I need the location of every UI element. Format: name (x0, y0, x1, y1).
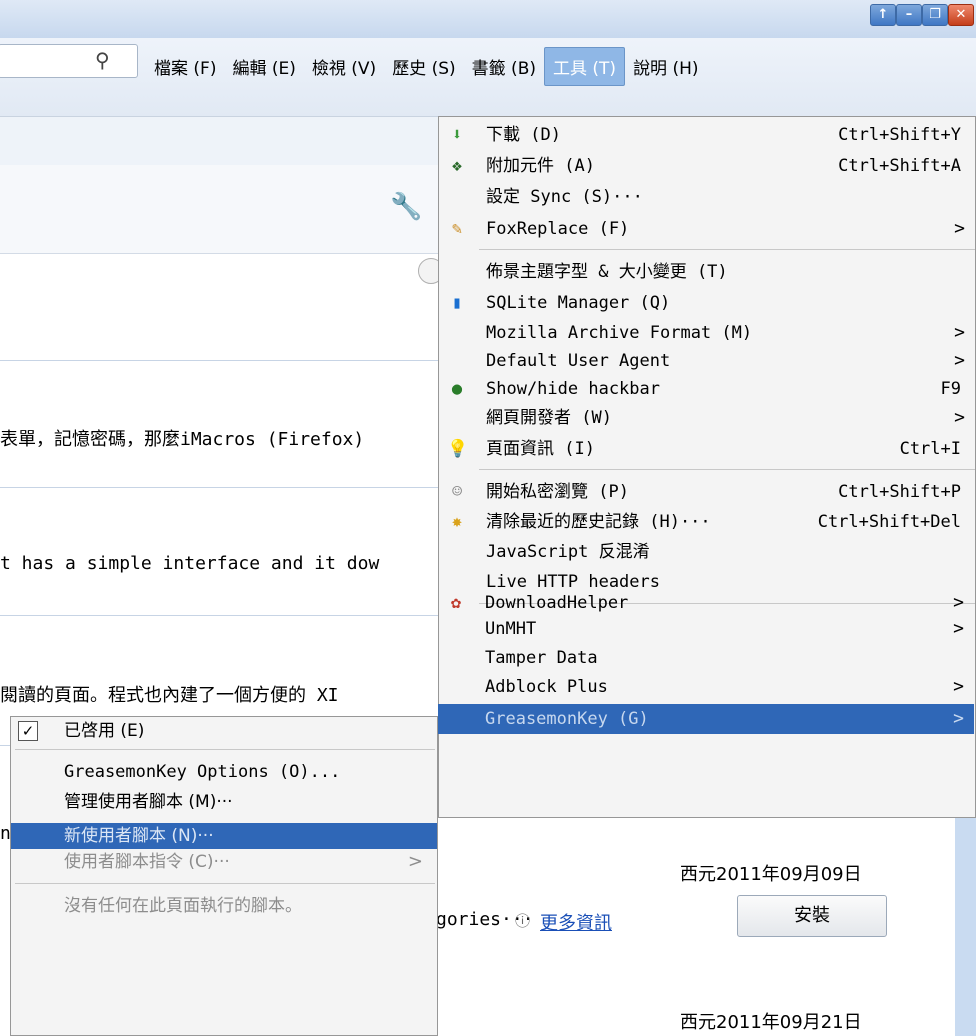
menu-item-addons[interactable]: ❖ 附加元件 (A) Ctrl+Shift+A (439, 153, 975, 179)
search-icon[interactable]: ⚲ (95, 48, 110, 72)
submenu-arrow-icon: > (954, 322, 965, 343)
menu-separator (15, 749, 435, 750)
scroll-up-button[interactable]: ↑ (870, 4, 896, 26)
private-icon: ☺ (451, 482, 463, 502)
menu-item-adblock-plus[interactable]: Adblock Plus > (438, 674, 974, 700)
menu-separator (479, 249, 975, 250)
gm-options[interactable]: GreasemonKey Options (O)... (11, 759, 437, 785)
wrench-icon[interactable]: 🔧 (390, 192, 422, 222)
gm-enabled-toggle[interactable]: ✓ 已啓用 (E) (11, 718, 437, 744)
foxreplace-icon: ✎ (451, 219, 463, 239)
addon-description: t has a simple interface and it dow (0, 553, 380, 574)
menu-item-private-browsing[interactable]: ☺ 開始私密瀏覽 (P) Ctrl+Shift+P (439, 479, 975, 505)
downloadhelper-icon: ✿ (450, 593, 462, 613)
menu-separator (479, 469, 975, 470)
menu-item-web-developer[interactable]: 網頁開發者 (W) > (439, 405, 975, 431)
menu-item-downloadhelper[interactable]: ✿ DownloadHelper > (438, 590, 974, 616)
menu-history[interactable]: 歷史 (S) (384, 48, 463, 85)
menu-item-hackbar[interactable]: ● Show/hide hackbar F9 (439, 376, 975, 402)
gm-script-commands: 使用者腳本指令 (C)··· > (11, 849, 437, 875)
submenu-arrow-icon: > (954, 407, 965, 428)
menu-item-page-info[interactable]: 💡 頁面資訊 (I) Ctrl+I (439, 436, 975, 462)
menu-edit[interactable]: 編輯 (E) (224, 48, 303, 85)
menu-tools[interactable]: 工具 (T) (544, 46, 626, 86)
search-input[interactable]: ⚲ (0, 44, 138, 78)
hackbar-icon: ● (451, 379, 463, 399)
menu-item-greasemonkey[interactable]: GreasemonKey (G) > (438, 704, 974, 734)
menu-item-theme-font-size[interactable]: 佈景主題字型 & 大小變更 (T) (439, 259, 975, 285)
maximize-button[interactable]: ❐ (922, 4, 948, 26)
menu-item-downloads[interactable]: ⬇ 下載 (D) Ctrl+Shift+Y (439, 122, 975, 148)
checkbox-checked-icon[interactable]: ✓ (18, 721, 38, 741)
divider (0, 487, 440, 488)
menu-bookmarks[interactable]: 書籤 (B) (464, 48, 544, 85)
title-bar: ↑ – ❐ ✕ (0, 0, 976, 39)
gm-manage-scripts[interactable]: 管理使用者腳本 (M)··· (11, 789, 437, 815)
sqlite-icon: ▮ (451, 293, 463, 313)
submenu-arrow-icon: > (953, 592, 964, 613)
menu-item-mozilla-archive[interactable]: Mozilla Archive Format (M) > (439, 320, 975, 346)
divider (0, 615, 440, 616)
menu-item-default-user-agent[interactable]: Default User Agent > (439, 348, 975, 374)
gm-no-scripts-message: 沒有任何在此頁面執行的腳本。 (64, 896, 302, 916)
menu-item-foxreplace[interactable]: ✎ FoxReplace (F) > (439, 216, 975, 242)
submenu-arrow-icon: > (954, 218, 965, 239)
submenu-arrow-icon: > (953, 708, 964, 729)
submenu-arrow-icon: > (953, 618, 964, 639)
install-button[interactable]: 安裝 (737, 895, 887, 937)
minimize-button[interactable]: – (896, 4, 922, 26)
addon-date: 西元2011年09月09日 (680, 864, 862, 885)
addon-description: 表單，記憶密碼，那麼iMacros (Firefox) (0, 429, 365, 450)
menu-view[interactable]: 檢視 (V) (304, 48, 384, 85)
addon-description-fragment: n (0, 823, 10, 844)
menu-item-clear-history[interactable]: ✸ 清除最近的歷史記錄 (H)··· Ctrl+Shift+Del (439, 509, 975, 535)
pageinfo-icon: 💡 (447, 439, 469, 459)
menu-item-tamper-data[interactable]: Tamper Data (438, 645, 974, 671)
addon-icon: ❖ (451, 156, 463, 176)
menu-item-sync[interactable]: 設定 Sync (S)··· (439, 184, 975, 210)
submenu-arrow-icon: > (954, 350, 965, 371)
download-icon: ⬇ (451, 125, 463, 145)
page-scroll-area (955, 818, 976, 1036)
gm-new-script[interactable]: 新使用者腳本 (N)··· (11, 823, 437, 849)
menu-help[interactable]: 說明 (H) (625, 48, 706, 85)
menu-bar: 檔案 (F) 編輯 (E) 檢視 (V) 歷史 (S) 書籤 (B) 工具 (T… (146, 46, 707, 86)
menu-separator (15, 883, 435, 884)
addon-description: 閱讀的頁面。程式也內建了一個方便的 XI (0, 685, 339, 706)
more-info-icon: ⓘ (515, 912, 531, 930)
menu-item-js-deobfuscator[interactable]: JavaScript 反混淆 (439, 539, 975, 565)
more-info-link[interactable]: 更多資訊 (540, 909, 612, 935)
greasemonkey-submenu: ✓ 已啓用 (E) GreasemonKey Options (O)... 管理… (10, 716, 438, 1036)
menu-file[interactable]: 檔案 (F) (146, 48, 224, 85)
submenu-arrow-icon: > (407, 851, 423, 872)
addon-date: 西元2011年09月21日 (680, 1012, 862, 1033)
menu-item-sqlite[interactable]: ▮ SQLite Manager (Q) (439, 290, 975, 316)
close-button[interactable]: ✕ (948, 4, 974, 26)
submenu-arrow-icon: > (953, 676, 964, 697)
broom-icon: ✸ (451, 512, 463, 532)
divider (0, 360, 440, 361)
menu-item-unmht[interactable]: UnMHT > (438, 616, 974, 642)
